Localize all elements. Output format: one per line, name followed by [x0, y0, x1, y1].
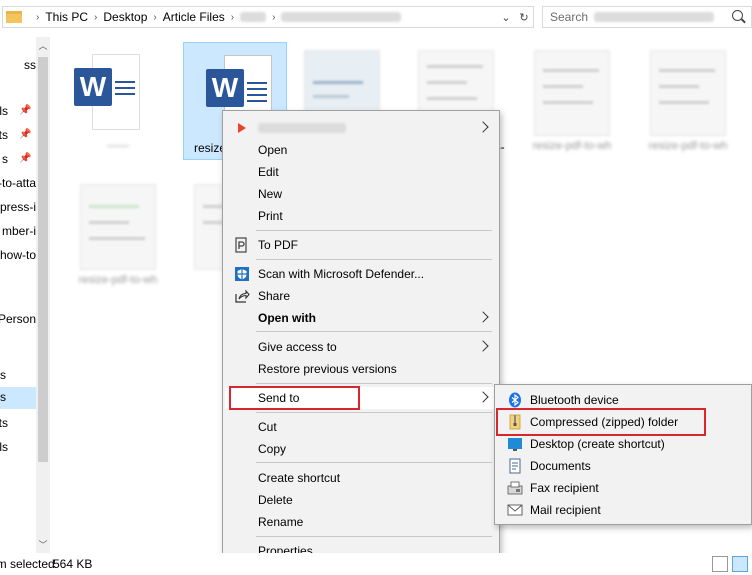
bluetooth-icon	[507, 392, 523, 408]
nav-item[interactable]: ss	[0, 55, 36, 77]
menu-item-share[interactable]: Share	[225, 285, 497, 307]
refresh-icon[interactable]: ↻	[515, 11, 533, 24]
file-caption-redacted: ——	[107, 140, 129, 152]
chevron-right-icon: ›	[230, 11, 235, 23]
chevron-right-icon	[479, 391, 487, 403]
nav-item[interactable]: ls	[0, 437, 36, 459]
menu-item-copy[interactable]: Copy	[225, 438, 497, 460]
documents-icon	[507, 458, 523, 474]
menu-item-to-pdf[interactable]: To PDF	[225, 234, 497, 256]
details-view-icon[interactable]	[712, 556, 728, 572]
scrollbar-thumb[interactable]	[38, 57, 48, 462]
chevron-right-icon	[479, 121, 487, 133]
nav-item[interactable]: how-to	[0, 245, 36, 267]
file-caption-redacted: resize-pdf-to-wh	[78, 274, 158, 286]
nav-item-selected[interactable]: ts	[0, 387, 36, 409]
large-icons-view-icon[interactable]	[732, 556, 748, 572]
send-to-desktop[interactable]: Desktop (create shortcut)	[497, 433, 751, 455]
send-to-submenu: Bluetooth device Compressed (zipped) fol…	[494, 384, 752, 525]
menu-separator	[256, 259, 492, 260]
share-icon	[234, 288, 250, 304]
nav-item[interactable]: Person	[0, 309, 36, 331]
address-dropdown-icon[interactable]: ⌄	[497, 11, 515, 24]
pin-icon: 📌	[19, 129, 32, 140]
fax-icon	[507, 480, 523, 496]
menu-separator	[256, 230, 492, 231]
status-selection-count: 1 item selected	[0, 557, 55, 571]
defender-shield-icon	[234, 266, 250, 282]
menu-item-edit[interactable]: Edit	[225, 161, 497, 183]
nav-item[interactable]: ls 📌	[0, 101, 36, 123]
menu-item-open[interactable]: Open	[225, 139, 497, 161]
search-placeholder: Search	[550, 10, 589, 24]
file-caption-redacted: resize-pdf-to-wh	[532, 140, 612, 152]
breadcrumb: › This PC › Desktop › Article Files › ›	[30, 10, 402, 24]
menu-item-cut[interactable]: Cut	[225, 416, 497, 438]
menu-item-redacted-app[interactable]	[225, 117, 497, 139]
chevron-right-icon	[479, 311, 487, 323]
menu-item-new[interactable]: New	[225, 183, 497, 205]
nav-item[interactable]: ts 📌	[0, 125, 36, 147]
search-box[interactable]: Search	[542, 6, 752, 28]
breadcrumb-redacted[interactable]	[281, 12, 402, 22]
file-tile[interactable]: resize-pdf-to-wh	[636, 42, 740, 160]
scroll-up-icon[interactable]: ︿	[36, 39, 50, 52]
pin-icon: 📌	[19, 153, 32, 164]
menu-separator	[256, 331, 492, 332]
menu-item-delete[interactable]: Delete	[225, 489, 497, 511]
file-tile[interactable]: W ——	[66, 42, 170, 160]
nav-item[interactable]: press-i	[0, 197, 36, 219]
menu-item-give-access[interactable]: Give access to	[225, 336, 497, 358]
file-tile[interactable]: resize-pdf-to-wh	[520, 42, 624, 160]
send-to-fax[interactable]: Fax recipient	[497, 477, 751, 499]
send-to-documents[interactable]: Documents	[497, 455, 751, 477]
mail-icon	[507, 502, 523, 518]
breadcrumb-redacted[interactable]	[240, 12, 267, 22]
menu-item-restore-versions[interactable]: Restore previous versions	[225, 358, 497, 380]
highlight-box-compressed	[496, 408, 706, 436]
desktop-icon	[507, 436, 523, 452]
file-caption-redacted: resize-pdf-to-wh	[648, 140, 728, 152]
menu-item-label-redacted	[258, 123, 346, 133]
context-menu: Open Edit New Print To PDF Scan with Mic…	[222, 110, 500, 565]
nav-item[interactable]: -to-atta	[0, 173, 36, 195]
pdf-icon	[234, 237, 250, 253]
breadcrumb-desktop[interactable]: Desktop	[103, 10, 147, 24]
menu-separator	[256, 536, 492, 537]
pin-icon: 📌	[19, 105, 32, 116]
breadcrumb-article-files[interactable]: Article Files	[163, 10, 225, 24]
chevron-right-icon: ›	[94, 11, 98, 23]
word-document-icon: W	[70, 54, 140, 132]
address-toolbar: › This PC › Desktop › Article Files › › …	[0, 0, 752, 33]
status-selection-size: 564 KB	[53, 557, 93, 571]
nav-item[interactable]: ts	[0, 413, 36, 435]
menu-item-print[interactable]: Print	[225, 205, 497, 227]
chevron-right-icon	[479, 340, 487, 352]
file-tile[interactable]: resize-pdf-to-wh	[66, 176, 170, 294]
menu-item-open-with[interactable]: Open with	[225, 307, 497, 329]
breadcrumb-this-pc[interactable]: This PC	[45, 10, 88, 24]
app-logo-icon	[234, 120, 250, 136]
nav-item[interactable]: s	[0, 365, 36, 387]
menu-item-scan-defender[interactable]: Scan with Microsoft Defender...	[225, 263, 497, 285]
chevron-right-icon: ›	[153, 11, 157, 23]
menu-separator	[256, 412, 492, 413]
menu-item-rename[interactable]: Rename	[225, 511, 497, 533]
nav-item[interactable]: mber-i	[0, 221, 36, 243]
status-bar: 1 item selected 564 KB	[0, 553, 752, 575]
menu-separator	[256, 462, 492, 463]
chevron-right-icon: ›	[36, 11, 40, 23]
folder-icon	[6, 11, 22, 23]
search-icon[interactable]	[732, 10, 743, 21]
search-scope-redacted	[594, 12, 715, 22]
nav-item[interactable]: s 📌	[0, 149, 36, 171]
send-to-mail[interactable]: Mail recipient	[497, 499, 751, 521]
highlight-box-send-to	[229, 386, 360, 410]
scroll-down-icon[interactable]: ﹀	[36, 538, 50, 551]
menu-separator	[256, 383, 492, 384]
address-bar[interactable]: › This PC › Desktop › Article Files › › …	[2, 6, 534, 28]
menu-item-create-shortcut[interactable]: Create shortcut	[225, 467, 497, 489]
chevron-right-icon: ›	[272, 11, 276, 23]
nav-scrollbar[interactable]: ︿ ﹀	[36, 37, 50, 553]
